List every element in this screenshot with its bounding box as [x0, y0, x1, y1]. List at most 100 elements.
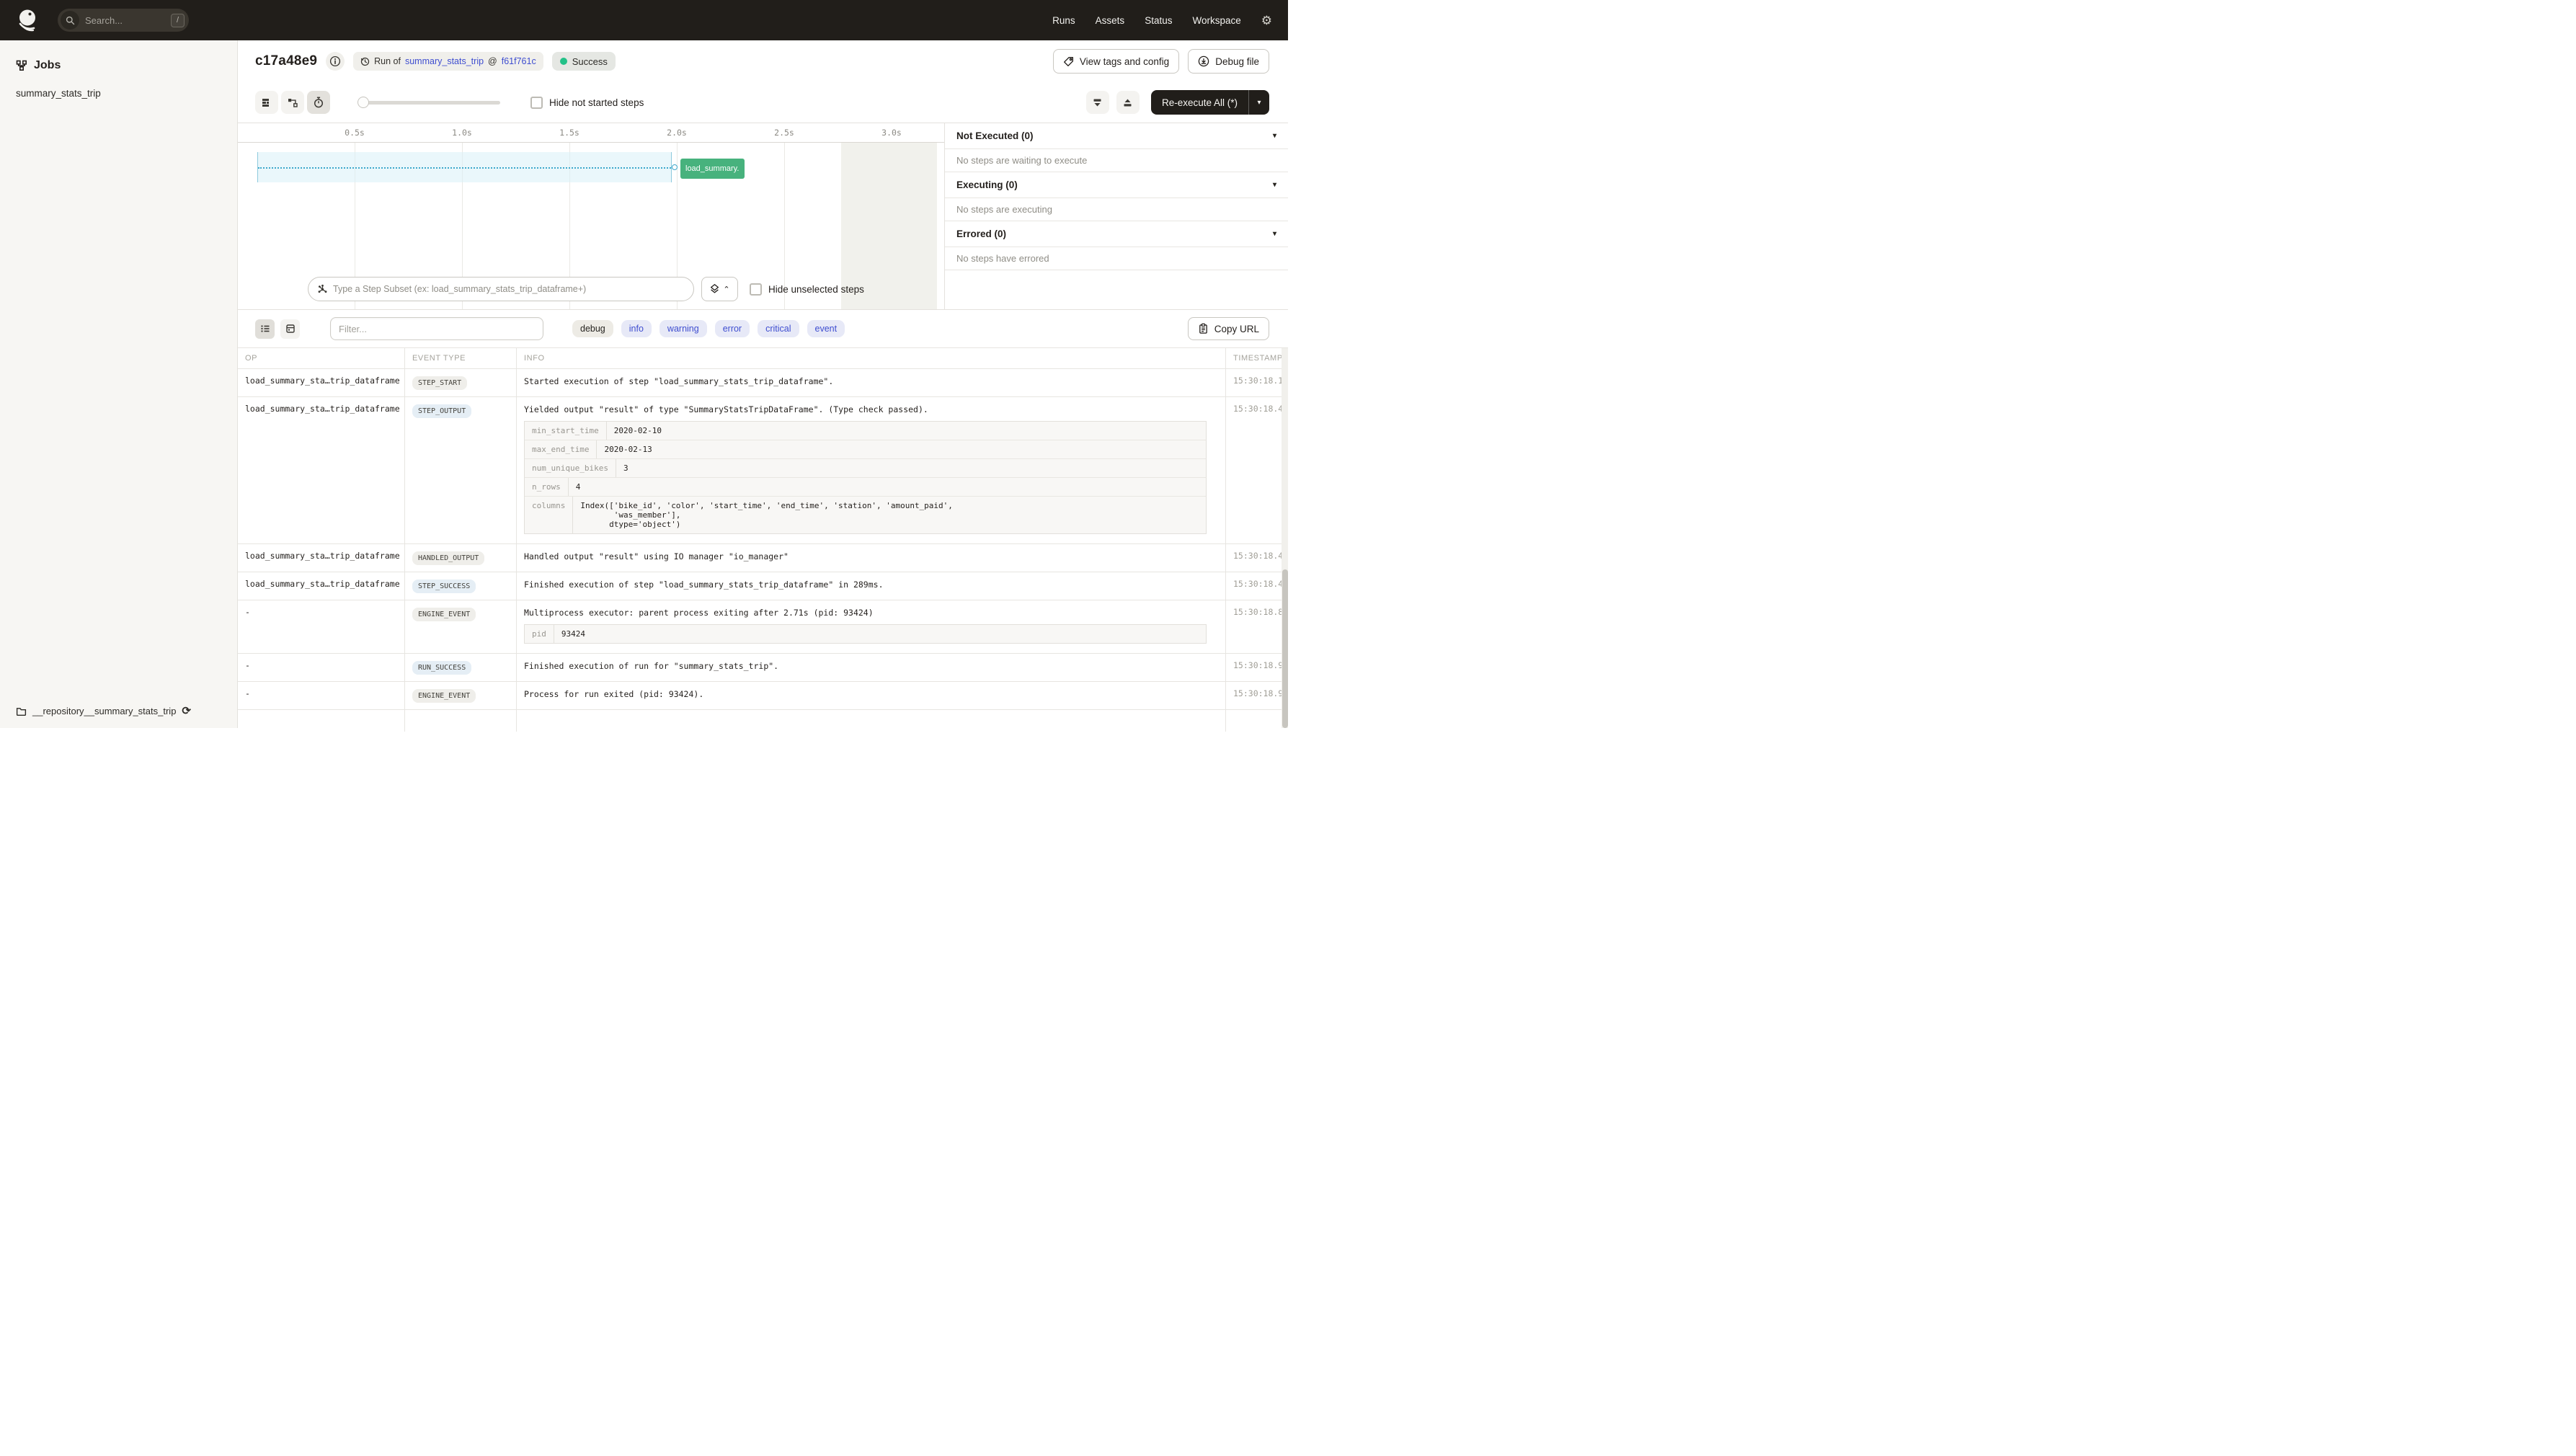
dagster-logo-icon[interactable]: [16, 7, 42, 33]
tag-icon: [1063, 56, 1074, 67]
gantt-axis-tick: 1.0s: [452, 128, 472, 138]
hide-unselected-checkbox[interactable]: [750, 283, 762, 296]
log-level-chip-debug[interactable]: debug: [572, 320, 613, 337]
run-of-label: Run of: [374, 56, 401, 66]
metadata-key: n_rows: [525, 478, 569, 496]
nav-item-status[interactable]: Status: [1145, 15, 1172, 26]
debug-file-label: Debug file: [1215, 56, 1259, 67]
search-placeholder: Search...: [85, 14, 123, 26]
gantt-axis-tick: 0.5s: [345, 128, 365, 138]
zoom-slider[interactable]: [357, 96, 500, 108]
step-status-empty-text: No steps have errored: [945, 247, 1288, 270]
metadata-row: pid 93424: [525, 625, 1206, 643]
info-cell: Handled output "result" using IO manager…: [517, 544, 1226, 572]
log-level-chip-warning[interactable]: warning: [659, 320, 707, 337]
step-status-empty-text: No steps are executing: [945, 198, 1288, 221]
metadata-value: 93424: [561, 629, 585, 639]
info-cell: Multiprocess executor: parent process ex…: [517, 600, 1226, 653]
gantt-step-bar[interactable]: load_summary.: [680, 159, 745, 179]
metadata-key: max_end_time: [525, 440, 598, 458]
collapse-panel-down-icon[interactable]: [1085, 91, 1109, 114]
nav-item-workspace[interactable]: Workspace: [1192, 15, 1240, 26]
log-table-header: OP EVENT TYPE INFO TIMESTAMP: [238, 348, 1288, 369]
step-status-section-header[interactable]: Errored (0) ▾: [945, 221, 1288, 247]
info-text: Handled output "result" using IO manager…: [524, 551, 789, 561]
nav-item-runs[interactable]: Runs: [1052, 15, 1075, 26]
run-of-tag: Run of summary_stats_trip @ f61f761c: [353, 52, 543, 71]
log-level-chip-critical[interactable]: critical: [758, 320, 799, 337]
event-type-cell: STEP_START: [405, 369, 517, 396]
status-badge: Success: [551, 52, 616, 71]
step-status-panel: Not Executed (0) ▾ No steps are waiting to…: [945, 123, 1288, 309]
event-type-column-header: EVENT TYPE: [405, 348, 517, 368]
zoom-slider-thumb[interactable]: [357, 96, 369, 108]
apply-subset-button[interactable]: ⌃: [701, 277, 738, 301]
run-id: c17a48e9: [255, 53, 318, 68]
clipboard-icon: [1198, 323, 1209, 334]
info-text: Process for run exited (pid: 93424).: [524, 689, 704, 699]
at-separator: @: [488, 56, 497, 66]
log-scrollbar-thumb[interactable]: [1282, 569, 1288, 728]
log-table: OP EVENT TYPE INFO TIMESTAMP load_summar…: [238, 347, 1288, 732]
run-info-icon[interactable]: [326, 52, 345, 71]
view-tags-config-button[interactable]: View tags and config: [1052, 49, 1180, 74]
copy-url-button[interactable]: Copy URL: [1187, 317, 1269, 340]
timed-view-button[interactable]: [307, 91, 330, 114]
reexecute-dropdown-caret[interactable]: ▾: [1249, 90, 1269, 115]
gantt-waiting-dotted-line: [258, 167, 671, 169]
info-text: Finished execution of step "load_summary…: [524, 580, 884, 590]
reexecute-all-button[interactable]: Re-execute All (*) ▾: [1150, 90, 1269, 115]
event-type-cell: ENGINE_EVENT: [405, 682, 517, 709]
waterfall-view-button[interactable]: [255, 91, 278, 114]
view-tags-config-label: View tags and config: [1079, 56, 1170, 67]
sidebar-item-summary-stats-trip[interactable]: summary_stats_trip: [16, 88, 221, 99]
log-table-row[interactable]: - RUN_SUCCESS Finished execution of run fo…: [238, 654, 1288, 682]
log-table-row[interactable]: load_summary_sta…trip_dataframe STEP_STAR…: [238, 369, 1288, 397]
info-column-header: INFO: [517, 348, 1226, 368]
settings-gear-icon[interactable]: ⚙: [1261, 14, 1272, 27]
hide-unselected-label: Hide unselected steps: [768, 283, 864, 295]
run-header: c17a48e9 Run of summary_stats_trip @ f61…: [238, 40, 1288, 82]
log-table-row[interactable]: - ENGINE_EVENT Process for run exited (pid…: [238, 682, 1288, 710]
log-table-row[interactable]: load_summary_sta…trip_dataframe HANDLED_O…: [238, 544, 1288, 572]
op-cell: load_summary_sta…trip_dataframe: [238, 397, 405, 543]
hide-not-started-label: Hide not started steps: [549, 97, 644, 108]
step-subset-input[interactable]: [333, 284, 685, 294]
event-type-cell: STEP_OUTPUT: [405, 397, 517, 543]
step-status-section-header[interactable]: Not Executed (0) ▾: [945, 123, 1288, 149]
info-cell: Process for run exited (pid: 93424).: [517, 682, 1226, 709]
search-input[interactable]: Search... /: [58, 9, 189, 32]
step-status-section-header[interactable]: Executing (0) ▾: [945, 172, 1288, 198]
metadata-value: 2020-02-13: [604, 445, 652, 454]
log-structured-view-button[interactable]: [280, 319, 300, 339]
log-scrollbar-track[interactable]: [1282, 348, 1288, 728]
hide-not-started-checkbox[interactable]: [530, 96, 543, 109]
log-table-row[interactable]: load_summary_sta…trip_dataframe STEP_OUTP…: [238, 397, 1288, 544]
log-filter-input[interactable]: [339, 323, 535, 334]
debug-file-button[interactable]: Debug file: [1188, 49, 1269, 74]
metadata-value: 2020-02-10: [613, 426, 662, 435]
timestamp-cell: 15:30:18.152: [1233, 376, 1288, 386]
gantt-waiting-marker-icon: [672, 164, 678, 170]
reload-repository-icon[interactable]: ⟳: [182, 706, 191, 716]
timestamp-column-header: TIMESTAMP: [1233, 354, 1283, 363]
log-table-row[interactable]: load_summary_sta…trip_dataframe STEP_SUCC…: [238, 572, 1288, 600]
metadata-value: 4: [575, 482, 581, 492]
log-level-chip-error[interactable]: error: [714, 320, 750, 337]
expand-panel-up-icon[interactable]: [1116, 91, 1140, 114]
job-link[interactable]: summary_stats_trip: [405, 56, 484, 66]
event-type-badge: ENGINE_EVENT: [412, 608, 476, 621]
metadata-value: 3: [623, 463, 629, 473]
info-cell: Yielded output "result" of type "Summary…: [517, 397, 1226, 543]
gantt-section: 0.5s 1.0s 1.5s 2.0s 2.5s 3.0s load_summary.: [238, 123, 1288, 310]
log-list-view-button[interactable]: [255, 319, 275, 339]
download-circle-icon: [1198, 56, 1209, 67]
commit-link[interactable]: f61f761c: [502, 56, 536, 66]
log-table-row[interactable]: - ENGINE_EVENT Multiprocess executor: pare…: [238, 600, 1288, 654]
event-type-cell: ENGINE_EVENT: [405, 600, 517, 653]
flat-view-button[interactable]: [281, 91, 304, 114]
log-level-chip-event[interactable]: event: [807, 320, 845, 337]
reexecute-all-label: Re-execute All (*): [1161, 97, 1238, 108]
log-level-chip-info[interactable]: info: [621, 320, 652, 337]
nav-item-assets[interactable]: Assets: [1096, 15, 1125, 26]
